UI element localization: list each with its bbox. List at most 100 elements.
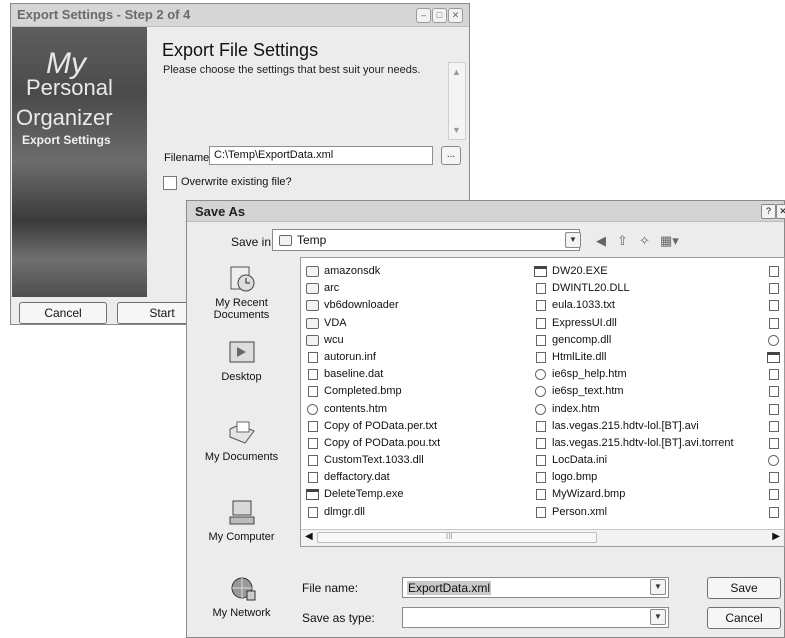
file-list-item[interactable]: LocData.ini <box>534 452 734 469</box>
file-list-item[interactable]: contents.htm <box>306 401 440 418</box>
save-in-dropdown[interactable]: Temp <box>272 229 580 251</box>
file-list-item[interactable]: ie6sp_help.htm <box>534 366 734 383</box>
scroll-left-icon[interactable]: ◀ <box>305 531 313 542</box>
wizard-title-bar[interactable]: Export Settings - Step 2 of 4 – □ ✕ <box>11 4 469 27</box>
close-icon[interactable]: ✕ <box>776 204 785 219</box>
file-name: amazonsdk <box>324 265 381 277</box>
save-in-dropdown-arrow[interactable]: ▼ <box>565 232 581 248</box>
save-as-type-dropdown[interactable] <box>402 607 669 628</box>
file-list-item[interactable]: DWINTL20.DLL <box>534 280 734 297</box>
file-list-item[interactable]: vb6downloader <box>306 297 440 314</box>
file-list-item[interactable]: DeleteTemp.exe <box>306 486 440 503</box>
save-as-type-label: Save as type: <box>302 611 375 625</box>
file-icon <box>769 369 779 381</box>
file-name: HtmlLite.dll <box>552 350 607 363</box>
file-name-label: File name: <box>302 581 359 595</box>
file-icon <box>769 266 779 277</box>
file-icon <box>536 283 546 295</box>
file-list-item[interactable]: autorun.inf <box>306 349 440 366</box>
file-list-item[interactable]: Copy of POData.per.txt <box>306 418 440 435</box>
file-icon <box>308 386 318 398</box>
file-list[interactable]: amazonsdk arc vb6downloader VDA wcu autorun.i… <box>300 257 785 547</box>
file-list-item[interactable]: logo.bmp <box>534 469 734 486</box>
save-as-title-bar[interactable]: Save As ? ✕ <box>187 201 785 222</box>
overwrite-checkbox[interactable] <box>163 176 177 190</box>
file-list-hscrollbar[interactable]: ◀ III ▶ <box>301 529 784 546</box>
file-list-item[interactable]: gencomp.dll <box>534 332 734 349</box>
scroll-right-icon[interactable]: ▶ <box>772 531 780 542</box>
place-my-documents[interactable]: My Documents <box>200 419 283 463</box>
scroll-thumb[interactable]: III <box>317 532 597 543</box>
file-name: DeleteTemp.exe <box>324 488 404 501</box>
file-icon <box>769 472 779 484</box>
place-my-network[interactable]: My Network <box>200 575 283 619</box>
file-name: Completed.bmp <box>324 385 402 398</box>
place-my-computer[interactable]: My Computer <box>200 499 283 543</box>
my-computer-icon <box>229 500 254 525</box>
file-name: ie6sp_help.htm <box>552 368 627 381</box>
file-list-item[interactable]: wcu <box>306 332 440 349</box>
file-name: DWINTL20.DLL <box>552 282 630 295</box>
file-list-item[interactable]: index.htm <box>534 401 734 418</box>
file-icon <box>536 506 546 518</box>
place-label: My Network <box>212 607 271 619</box>
file-list-item[interactable]: ExpressUI.dll <box>534 315 734 332</box>
file-list-item[interactable]: HtmlLite.dll <box>534 349 734 366</box>
file-icon <box>769 386 779 398</box>
scroll-down-icon[interactable]: ▼ <box>452 125 461 135</box>
file-list-item[interactable]: amazonsdk <box>306 263 440 280</box>
maximize-icon[interactable]: □ <box>432 8 447 23</box>
file-list-item[interactable]: CustomText.1033.dll <box>306 452 440 469</box>
my-documents-icon <box>229 421 255 444</box>
cancel-button[interactable]: Cancel <box>707 607 781 629</box>
file-list-item[interactable]: las.vegas.215.hdtv-lol.[BT].avi <box>534 418 734 435</box>
scroll-up-icon[interactable]: ▲ <box>452 67 461 77</box>
file-icon <box>308 455 318 467</box>
file-list-item[interactable]: Completed.bmp <box>306 383 440 400</box>
help-icon[interactable]: ? <box>761 204 776 219</box>
file-icon <box>769 403 779 415</box>
file-icon <box>308 420 318 432</box>
file-icon <box>536 300 546 312</box>
save-button[interactable]: Save <box>707 577 781 599</box>
up-folder-icon[interactable]: ⇧ <box>617 233 628 249</box>
file-name: dlmgr.dll <box>324 505 365 518</box>
file-list-item[interactable]: MyWizard.bmp <box>534 486 734 503</box>
filename-input[interactable]: C:\Temp\ExportData.xml <box>209 146 433 165</box>
file-list-item[interactable]: eula.1033.txt <box>534 297 734 314</box>
place-label: My Documents <box>204 451 279 463</box>
web-file-icon <box>535 386 546 398</box>
file-list-item[interactable]: deffactory.dat <box>306 469 440 486</box>
file-name: LocData.ini <box>552 454 608 467</box>
file-list-item[interactable]: Person.xml <box>534 504 734 521</box>
views-menu-icon[interactable]: ▦▾ <box>660 233 679 249</box>
save-in-value: Temp <box>297 233 327 247</box>
file-name-dropdown-arrow[interactable]: ▼ <box>650 579 666 595</box>
file-list-item[interactable]: las.vegas.215.hdtv-lol.[BT].avi.torrent <box>534 435 734 452</box>
new-folder-icon[interactable]: ✧ <box>639 233 650 249</box>
file-list-item[interactable]: VDA <box>306 315 440 332</box>
file-list-item[interactable]: dlmgr.dll <box>306 504 440 521</box>
file-list-item[interactable]: arc <box>306 280 440 297</box>
file-name: DW20.EXE <box>552 265 608 277</box>
place-recent-documents[interactable]: My Recent Documents <box>200 265 283 321</box>
file-name: autorun.inf <box>324 350 376 363</box>
browse-button[interactable]: ... <box>441 146 461 165</box>
place-desktop[interactable]: Desktop <box>200 339 283 383</box>
file-list-item[interactable]: baseline.dat <box>306 366 440 383</box>
back-icon[interactable]: ◀ <box>596 233 606 249</box>
minimize-icon[interactable]: – <box>416 8 431 23</box>
folder-icon <box>306 283 319 295</box>
file-icon <box>769 437 779 449</box>
file-list-item[interactable]: Copy of POData.pou.txt <box>306 435 440 452</box>
file-list-item[interactable]: ie6sp_text.htm <box>534 383 734 400</box>
file-name: baseline.dat <box>324 368 384 381</box>
file-list-item[interactable]: DW20.EXE <box>534 263 734 280</box>
wizard-scrollbar[interactable]: ▲ ▼ <box>448 62 466 140</box>
save-as-type-dropdown-arrow[interactable]: ▼ <box>650 609 666 625</box>
file-name: ie6sp_text.htm <box>552 385 624 398</box>
close-icon[interactable]: ✕ <box>448 8 463 23</box>
brand-panel: My Personal Organizer Export Settings <box>12 27 147 297</box>
cancel-button[interactable]: Cancel <box>19 302 107 324</box>
file-name-input[interactable]: ExportData.xml <box>402 577 669 598</box>
